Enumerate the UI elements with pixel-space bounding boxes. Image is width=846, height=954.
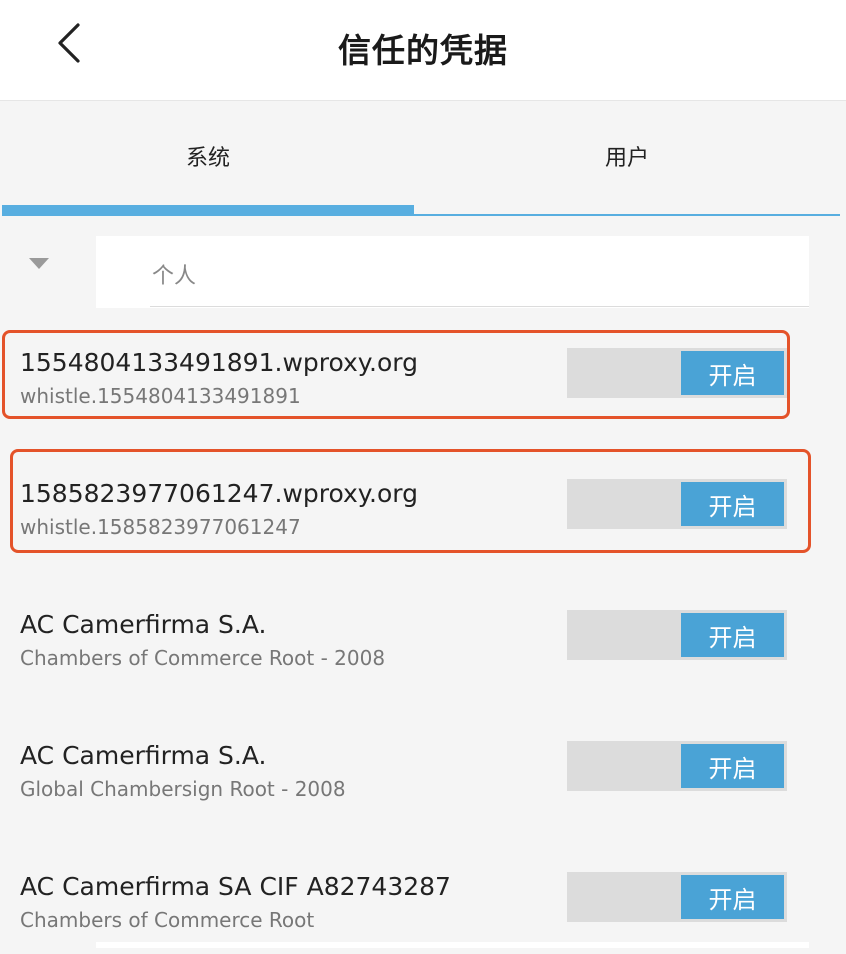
switch-knob: 开启 — [681, 613, 784, 657]
switch-knob: 开启 — [681, 351, 784, 395]
cert-item: AC Camerfirma S.A. Chambers of Commerce … — [0, 602, 846, 692]
collapse-toggle[interactable] — [22, 250, 56, 280]
section-label: 个人 — [152, 264, 197, 289]
cert-subtitle: Chambers of Commerce Root — [20, 908, 315, 932]
section-divider — [150, 306, 809, 307]
cert-subtitle: Global Chambersign Root - 2008 — [20, 777, 346, 801]
tab-bar: 系统 用户 — [0, 101, 846, 217]
switch-knob: 开启 — [681, 482, 784, 526]
active-tab-indicator — [2, 205, 414, 216]
page-title: 信任的凭据 — [338, 31, 508, 70]
tab-baseline — [414, 214, 840, 216]
cert-toggle-switch[interactable]: 开启 — [567, 741, 787, 791]
section-personal: 个人 — [0, 236, 846, 308]
caret-down-icon — [29, 258, 49, 269]
cert-item: AC Camerfirma S.A. Global Chambersign Ro… — [0, 733, 846, 823]
cert-title: AC Camerfirma S.A. — [20, 610, 267, 639]
cert-title: 1585823977061247.wproxy.org — [20, 479, 418, 508]
tab-user[interactable]: 用户 — [414, 101, 840, 211]
section-header: 个人 — [96, 236, 809, 308]
cert-item: 1585823977061247.wproxy.org whistle.1585… — [0, 471, 846, 561]
cert-subtitle: whistle.1585823977061247 — [20, 515, 301, 539]
cert-title: AC Camerfirma S.A. — [20, 741, 267, 770]
cert-toggle-switch[interactable]: 开启 — [567, 348, 787, 398]
switch-knob: 开启 — [681, 875, 784, 919]
cert-subtitle: whistle.1554804133491891 — [20, 384, 301, 408]
cert-subtitle: Chambers of Commerce Root - 2008 — [20, 646, 386, 670]
cert-toggle-switch[interactable]: 开启 — [567, 479, 787, 529]
cert-toggle-switch[interactable]: 开启 — [567, 872, 787, 922]
app-header: 信任的凭据 — [0, 0, 846, 101]
cert-item: 1554804133491891.wproxy.org whistle.1554… — [0, 340, 846, 430]
cert-item: AC Camerfirma SA CIF A82743287 Chambers … — [0, 864, 846, 954]
tab-system[interactable]: 系统 — [2, 101, 414, 211]
next-section-header — [96, 942, 809, 948]
switch-knob: 开启 — [681, 744, 784, 788]
cert-title: 1554804133491891.wproxy.org — [20, 348, 418, 377]
cert-toggle-switch[interactable]: 开启 — [567, 610, 787, 660]
cert-title: AC Camerfirma SA CIF A82743287 — [20, 872, 451, 901]
